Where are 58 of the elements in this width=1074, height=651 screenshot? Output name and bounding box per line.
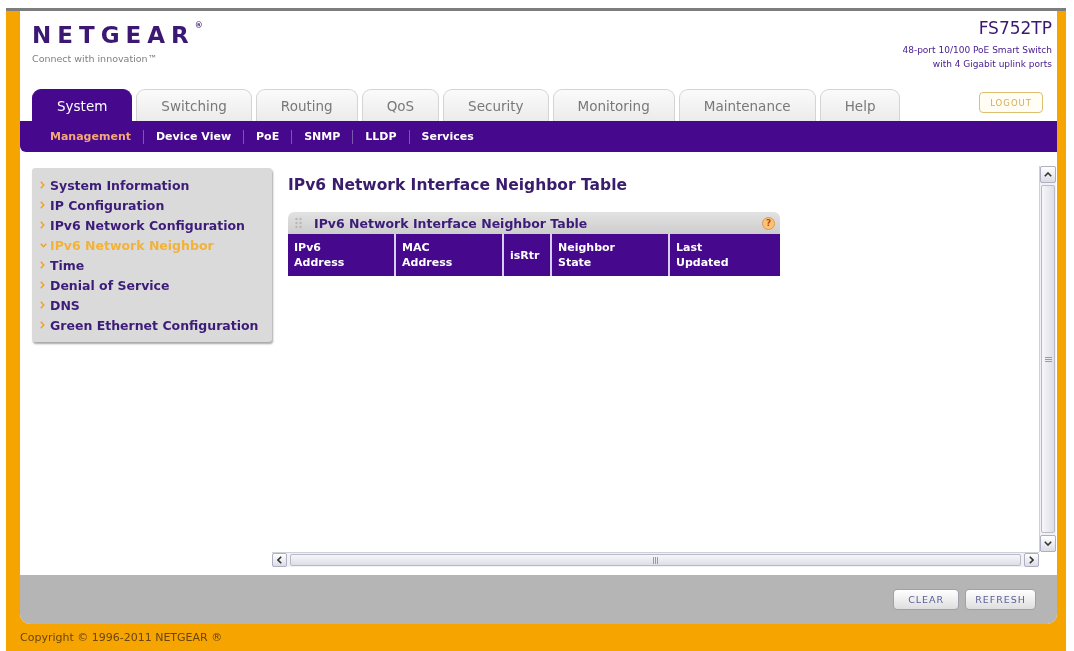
sidebar-item[interactable]: IP Configuration <box>40 195 165 215</box>
sub-navigation-link[interactable]: SNMP <box>291 129 353 144</box>
column-header: MAC Address <box>396 234 504 276</box>
chevron-right-icon <box>40 281 45 289</box>
page-title: IPv6 Network Interface Neighbor Table <box>288 175 627 195</box>
table-title: IPv6 Network Interface Neighbor Table <box>314 215 588 231</box>
chevron-right-icon <box>40 321 45 329</box>
tab[interactable]: Switching <box>136 89 252 121</box>
scroll-up-button[interactable] <box>1040 166 1056 183</box>
chevron-right-icon <box>40 181 45 189</box>
chevron-down-icon <box>40 242 47 248</box>
scroll-right-button[interactable] <box>1024 553 1039 567</box>
sidebar-item[interactable]: System Information <box>40 175 190 195</box>
logo: NETGEAR$^{®}$ <box>32 21 203 49</box>
model-name: FS752TP <box>978 18 1052 38</box>
clear-button[interactable]: CLEAR <box>893 589 960 610</box>
column-header: IPv6 Address <box>288 234 396 276</box>
product-description: 48-port 10/100 PoE Smart Switch with 4 Gigabit uplink ports <box>902 44 1052 71</box>
grip-icon <box>653 556 658 564</box>
scrollbar-thumb[interactable] <box>1041 185 1055 533</box>
sub-navigation-link[interactable]: Management <box>38 129 143 144</box>
tab[interactable]: Monitoring <box>552 89 675 121</box>
column-header: Neighbor State <box>552 234 670 276</box>
tab[interactable]: Routing <box>255 89 358 121</box>
tab[interactable]: QoS <box>361 89 440 121</box>
chevron-down-icon <box>1044 541 1052 546</box>
scroll-down-button[interactable] <box>1040 535 1056 552</box>
chevron-up-icon <box>1044 172 1052 177</box>
chevron-right-icon <box>40 261 45 269</box>
chevron-right-icon <box>1029 556 1034 564</box>
column-header: isRtr <box>504 234 552 276</box>
column-header: Last Updated <box>670 234 780 276</box>
tab[interactable]: Maintenance <box>678 89 816 121</box>
sub-navigation-link[interactable]: LLDP <box>352 129 409 144</box>
sub-navigation-link[interactable]: Services <box>408 129 486 144</box>
sub-navigation-link[interactable]: Device View <box>143 129 244 144</box>
tagline: Connect with innovation™ <box>32 53 158 65</box>
scroll-left-button[interactable] <box>272 553 287 567</box>
copyright-text: Copyright © 1996-2011 NETGEAR ® <box>20 630 223 646</box>
grip-icon <box>1044 356 1052 362</box>
scrollbar-thumb[interactable] <box>290 554 1021 566</box>
vertical-scrollbar[interactable] <box>1039 166 1056 552</box>
sidebar-item[interactable]: IPv6 Network Configuration <box>40 215 245 235</box>
sub-navigation-link[interactable]: PoE <box>243 129 292 144</box>
sidebar-item[interactable]: Time <box>40 255 85 275</box>
chevron-left-icon <box>277 556 282 564</box>
horizontal-scrollbar[interactable] <box>272 552 1039 567</box>
sidebar-item[interactable]: Green Ethernet Configuration <box>40 315 259 335</box>
chevron-right-icon <box>40 201 45 209</box>
tab[interactable]: Security <box>443 89 549 121</box>
drag-handle-icon <box>295 217 302 229</box>
refresh-button[interactable]: REFRESH <box>965 589 1036 610</box>
tab[interactable]: Help <box>819 89 901 121</box>
tab[interactable]: System <box>32 89 133 121</box>
chevron-right-icon <box>40 221 45 229</box>
sidebar-item[interactable]: DNS <box>40 295 80 315</box>
chevron-right-icon <box>40 301 45 309</box>
sidebar-item[interactable]: Denial of Service <box>40 275 170 295</box>
